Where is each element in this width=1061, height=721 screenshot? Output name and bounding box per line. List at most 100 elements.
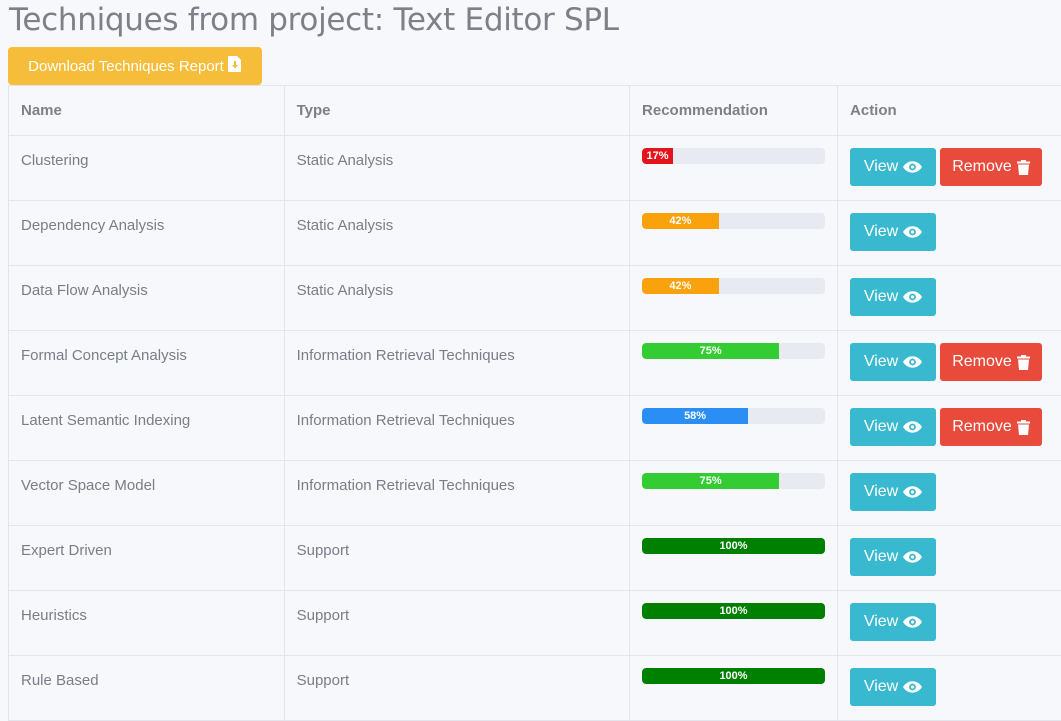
action-cell: View — [838, 526, 1061, 591]
remove-button[interactable]: Remove — [940, 343, 1042, 381]
eye-icon — [903, 616, 922, 628]
recommendation-progress-bar: 75% — [642, 473, 825, 489]
recommendation-progress-bar: 75% — [642, 343, 825, 359]
recommendation-progress-fill: 42% — [642, 278, 719, 294]
action-cell: View — [838, 201, 1061, 266]
trash-icon — [1017, 355, 1030, 370]
table-header-row: Name Type Recommendation Action — [9, 86, 1061, 136]
eye-icon — [903, 356, 922, 368]
remove-button[interactable]: Remove — [940, 148, 1042, 186]
recommendation-progress-fill: 75% — [642, 473, 779, 489]
technique-type: Information Retrieval Techniques — [284, 331, 629, 396]
view-button[interactable]: View — [850, 213, 936, 251]
view-button[interactable]: View — [850, 603, 936, 641]
recommendation-progress-fill: 100% — [642, 668, 825, 684]
technique-name: Latent Semantic Indexing — [9, 396, 285, 461]
recommendation-percent: 58% — [684, 410, 706, 422]
view-button[interactable]: View — [850, 538, 936, 576]
table-row: Rule BasedSupport 100% View — [9, 656, 1061, 721]
technique-name: Heuristics — [9, 591, 285, 656]
remove-button[interactable]: Remove — [940, 408, 1042, 446]
table-row: Data Flow AnalysisStatic Analysis 42% Vi… — [9, 266, 1061, 331]
recommendation-percent: 75% — [700, 475, 722, 487]
recommendation-percent: 42% — [669, 215, 691, 227]
technique-type: Support — [284, 526, 629, 591]
eye-icon — [903, 291, 922, 303]
recommendation-cell: 100% — [630, 591, 838, 656]
recommendation-progress-bar: 42% — [642, 213, 825, 229]
recommendation-percent: 100% — [719, 605, 747, 617]
technique-type: Static Analysis — [284, 266, 629, 331]
column-header-action: Action — [838, 86, 1061, 136]
recommendation-percent: 75% — [700, 345, 722, 357]
recommendation-progress-fill: 100% — [642, 538, 825, 554]
view-button[interactable]: View — [850, 343, 936, 381]
recommendation-progress-bar: 100% — [642, 668, 825, 684]
recommendation-cell: 58% — [630, 396, 838, 461]
technique-type: Information Retrieval Techniques — [284, 396, 629, 461]
recommendation-cell: 75% — [630, 331, 838, 396]
action-cell: View — [838, 591, 1061, 656]
technique-name: Expert Driven — [9, 526, 285, 591]
recommendation-percent: 42% — [669, 280, 691, 292]
eye-icon — [903, 551, 922, 563]
eye-icon — [903, 226, 922, 238]
recommendation-cell: 42% — [630, 266, 838, 331]
view-label: View — [864, 158, 898, 176]
technique-type: Information Retrieval Techniques — [284, 461, 629, 526]
view-label: View — [864, 613, 898, 631]
column-header-name: Name — [9, 86, 285, 136]
remove-label: Remove — [952, 158, 1012, 176]
column-header-type: Type — [284, 86, 629, 136]
recommendation-progress-bar: 100% — [642, 603, 825, 619]
recommendation-cell: 42% — [630, 201, 838, 266]
recommendation-cell: 75% — [630, 461, 838, 526]
view-label: View — [864, 483, 898, 501]
remove-label: Remove — [952, 353, 1012, 371]
technique-type: Support — [284, 656, 629, 721]
recommendation-progress-bar: 17% — [642, 148, 825, 164]
view-button[interactable]: View — [850, 473, 936, 511]
trash-icon — [1017, 420, 1030, 435]
technique-name: Rule Based — [9, 656, 285, 721]
table-row: Expert DrivenSupport 100% View — [9, 526, 1061, 591]
recommendation-percent: 17% — [647, 150, 669, 162]
remove-label: Remove — [952, 418, 1012, 436]
column-header-recommendation: Recommendation — [630, 86, 838, 136]
action-cell: View Remove — [838, 136, 1061, 201]
table-row: Latent Semantic IndexingInformation Retr… — [9, 396, 1061, 461]
eye-icon — [903, 421, 922, 433]
recommendation-cell: 17% — [630, 136, 838, 201]
recommendation-cell: 100% — [630, 526, 838, 591]
recommendation-progress-fill: 42% — [642, 213, 719, 229]
technique-name: Data Flow Analysis — [9, 266, 285, 331]
view-button[interactable]: View — [850, 668, 936, 706]
view-label: View — [864, 223, 898, 241]
recommendation-progress-fill: 75% — [642, 343, 779, 359]
table-row: HeuristicsSupport 100% View — [9, 591, 1061, 656]
recommendation-percent: 100% — [719, 670, 747, 682]
recommendation-progress-fill: 100% — [642, 603, 825, 619]
recommendation-progress-bar: 100% — [642, 538, 825, 554]
techniques-table: Name Type Recommendation Action Clusteri… — [8, 85, 1061, 721]
recommendation-progress-bar: 58% — [642, 408, 825, 424]
file-download-icon — [228, 56, 242, 76]
view-button[interactable]: View — [850, 148, 936, 186]
eye-icon — [903, 486, 922, 498]
action-cell: View — [838, 461, 1061, 526]
eye-icon — [903, 161, 922, 173]
view-label: View — [864, 353, 898, 371]
view-button[interactable]: View — [850, 278, 936, 316]
view-label: View — [864, 548, 898, 566]
recommendation-progress-bar: 42% — [642, 278, 825, 294]
view-label: View — [864, 288, 898, 306]
eye-icon — [903, 681, 922, 693]
technique-type: Static Analysis — [284, 136, 629, 201]
table-row: Formal Concept AnalysisInformation Retri… — [9, 331, 1061, 396]
technique-name: Formal Concept Analysis — [9, 331, 285, 396]
view-button[interactable]: View — [850, 408, 936, 446]
table-row: Vector Space ModelInformation Retrieval … — [9, 461, 1061, 526]
download-report-button[interactable]: Download Techniques Report — [8, 47, 262, 85]
action-cell: View Remove — [838, 331, 1061, 396]
action-cell: View — [838, 266, 1061, 331]
